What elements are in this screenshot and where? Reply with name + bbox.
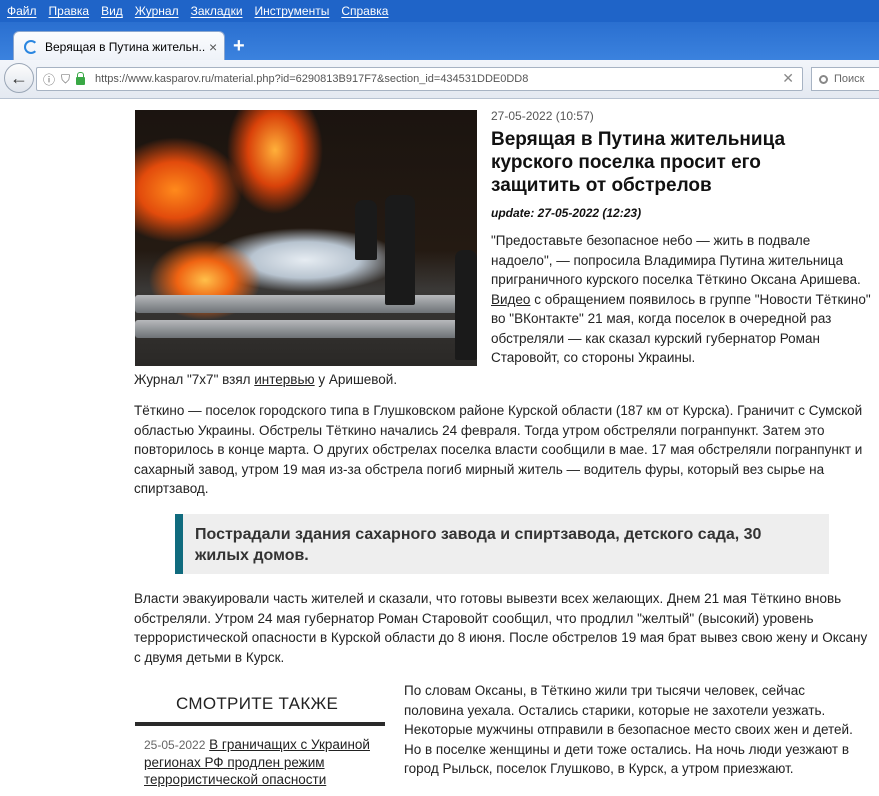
pipe-shape <box>135 320 477 338</box>
lock-icon <box>76 72 86 85</box>
lead-paragraph-tail: Журнал "7x7" взял интервью у Аришевой. <box>134 370 834 390</box>
new-tab-button[interactable]: + <box>233 35 245 58</box>
shield-icon[interactable]: ⛉ <box>61 72 70 87</box>
tab-strip: Верящая в Путина жительн... × + <box>0 22 879 61</box>
see-also-box: СМОТРИТЕ ТАКЖЕ 25-05-2022 В граничащих с… <box>135 694 385 796</box>
article-photo <box>135 110 477 366</box>
divider <box>135 722 385 726</box>
menu-bar: Файл Правка Вид Журнал Закладки Инструме… <box>0 0 879 22</box>
arrow-left-icon: ← <box>10 67 28 88</box>
clear-url-icon[interactable]: ✕ <box>782 70 794 87</box>
paragraph-2: Тёткино — поселок городского типа в Глуш… <box>134 403 863 496</box>
close-tab-icon[interactable]: × <box>209 39 217 55</box>
lead-text: "Предоставьте безопасное небо — жить в п… <box>491 233 861 287</box>
tab-title: Верящая в Путина жительн... <box>45 39 205 54</box>
article-title: Верящая в Путина жительница курского пос… <box>491 129 786 196</box>
menu-help[interactable]: Справка <box>341 4 388 18</box>
navigation-bar: ← ⓘ ⛉ https://www.kasparov.ru/material.p… <box>0 60 879 99</box>
search-placeholder: Поиск <box>834 73 865 85</box>
article-update: update: 27-05-2022 (12:23) <box>491 206 642 220</box>
search-input[interactable]: Поиск <box>811 67 879 91</box>
video-link[interactable]: Видео <box>491 292 530 307</box>
lead-text: с обращением появилось в группе "Новости… <box>491 291 871 366</box>
tab-active[interactable]: Верящая в Путина жительн... × <box>13 31 225 61</box>
info-icon[interactable]: ⓘ <box>43 71 55 88</box>
menu-history[interactable]: Журнал <box>135 4 179 18</box>
firefighter-shape <box>455 250 477 360</box>
menu-tools[interactable]: Инструменты <box>255 4 330 18</box>
loading-icon <box>24 39 38 54</box>
pipe-shape <box>135 295 477 313</box>
article-page: 27-05-2022 (10:57) Верящая в Путина жите… <box>0 99 879 796</box>
back-button[interactable]: ← <box>4 63 34 93</box>
interview-link[interactable]: интервью <box>254 372 314 387</box>
lead-paragraph: "Предоставьте безопасное небо — жить в п… <box>491 231 871 368</box>
article-date: 27-05-2022 (10:57) <box>491 109 594 123</box>
url-text[interactable]: https://www.kasparov.ru/material.php?id=… <box>95 73 528 85</box>
see-also-item: 25-05-2022 В граничащих с Украиной регио… <box>144 736 374 788</box>
menu-file[interactable]: Файл <box>7 4 37 18</box>
menu-edit[interactable]: Правка <box>49 4 90 18</box>
firefighter-shape <box>385 195 415 305</box>
lead-text: у Аришевой. <box>314 372 398 387</box>
pull-quote: Пострадали здания сахарного завода и спи… <box>175 514 829 574</box>
address-bar[interactable]: ⓘ ⛉ https://www.kasparov.ru/material.php… <box>36 67 803 91</box>
search-icon <box>819 74 828 84</box>
lead-text: Журнал "7x7" взял <box>134 372 255 387</box>
paragraph-4: По словам Оксаны, в Тёткино жили три тыс… <box>404 683 853 776</box>
see-also-title: СМОТРИТЕ ТАКЖЕ <box>176 694 339 713</box>
menu-bookmarks[interactable]: Закладки <box>191 4 243 18</box>
see-also-date: 25-05-2022 <box>144 738 206 752</box>
paragraph-3: Власти эвакуировали часть жителей и сказ… <box>134 591 868 665</box>
firefighter-shape <box>355 200 377 260</box>
menu-view[interactable]: Вид <box>101 4 123 18</box>
